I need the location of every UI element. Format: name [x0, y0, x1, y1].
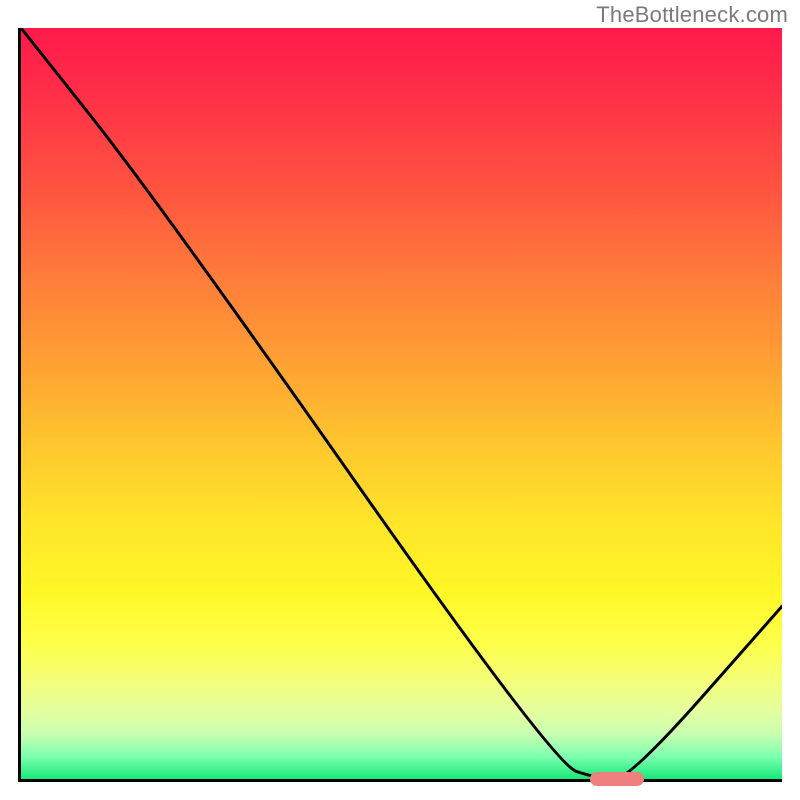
bottleneck-curve — [21, 28, 782, 779]
chart-container: TheBottleneck.com — [0, 0, 800, 800]
watermark-text: TheBottleneck.com — [596, 2, 788, 28]
optimal-marker — [590, 772, 643, 786]
plot-area — [18, 28, 782, 782]
